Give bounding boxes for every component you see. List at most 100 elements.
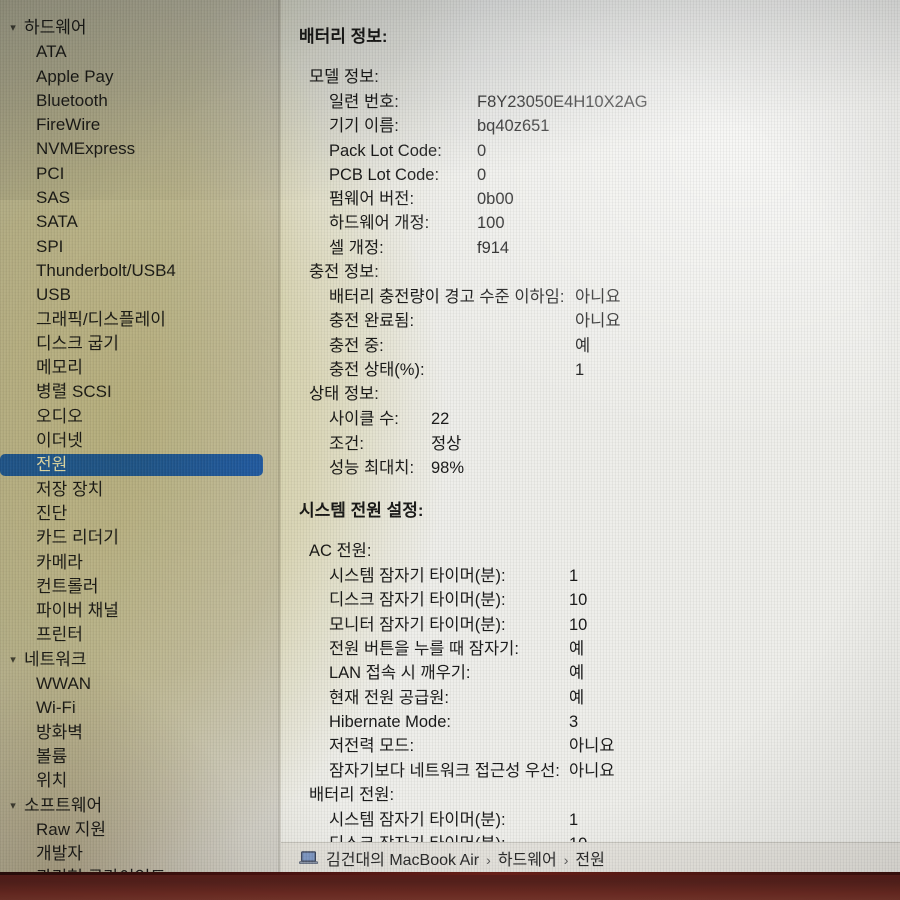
info-row: 셀 개정: f914 <box>281 236 900 260</box>
info-key: 잠자기보다 네트워크 접근성 우선: <box>329 761 560 780</box>
info-value: 1 <box>569 567 579 586</box>
chevron-down-icon[interactable]: ▾ <box>6 794 20 818</box>
sidebar-item-1-1[interactable]: Wi-Fi <box>0 696 278 720</box>
info-key: 하드웨어 개정: <box>329 214 430 233</box>
info-key: 기기 이름: <box>329 117 399 136</box>
sidebar-item-0-22[interactable]: 컨트롤러 <box>0 575 278 599</box>
breadcrumb-separator: › <box>563 851 569 868</box>
info-row: 하드웨어 개정: 100 <box>281 211 900 235</box>
info-row: Hibernate Mode: 3 <box>281 710 900 734</box>
sidebar-item-0-17[interactable]: 전원 <box>0 453 278 477</box>
sidebar-item-0-3[interactable]: FireWire <box>0 113 278 137</box>
sidebar-item-label: 저장 장치 <box>36 479 104 499</box>
sidebar[interactable]: ▾ 하드웨어 ATA Apple Pay Bluetooth FireWire NVMExp… <box>0 0 278 872</box>
sidebar-item-0-20[interactable]: 카드 리더기 <box>0 526 278 550</box>
sidebar-group-2[interactable]: ▾ 소프트웨어 <box>0 794 278 818</box>
sidebar-item-1-4[interactable]: 위치 <box>0 769 278 793</box>
info-key: 전원 버튼을 누를 때 잠자기: <box>329 640 519 659</box>
sidebar-item-0-1[interactable]: Apple Pay <box>0 65 278 89</box>
sidebar-item-label: 프린터 <box>36 625 83 645</box>
info-key: Pack Lot Code: <box>329 141 442 160</box>
sidebar-item-0-0[interactable]: ATA <box>0 40 278 64</box>
info-row: Pack Lot Code: 0 <box>281 139 900 163</box>
info-value: 예 <box>569 640 585 659</box>
info-row: 시스템 잠자기 타이머(분): 1 <box>281 808 900 832</box>
info-key: 펌웨어 버전: <box>329 190 415 209</box>
sidebar-item-0-21[interactable]: 카메라 <box>0 551 278 575</box>
chevron-down-icon[interactable]: ▾ <box>6 16 20 40</box>
chevron-down-icon[interactable]: ▾ <box>6 648 20 672</box>
breadcrumb[interactable]: 김건대의 MacBook Air › 하드웨어 › 전원 <box>281 842 900 872</box>
breadcrumb-part-0[interactable]: 김건대의 MacBook Air <box>326 852 479 869</box>
sidebar-group-label: 소프트웨어 <box>24 795 103 815</box>
sidebar-item-0-13[interactable]: 메모리 <box>0 356 278 380</box>
sidebar-item-2-0[interactable]: Raw 지원 <box>0 818 278 842</box>
info-row: 시스템 잠자기 타이머(분): 1 <box>281 564 900 588</box>
sidebar-item-label: 위치 <box>36 771 68 791</box>
sidebar-item-2-1[interactable]: 개발자 <box>0 842 278 866</box>
info-key: 충전 중: <box>329 336 384 355</box>
info-value: 아니요 <box>569 737 615 756</box>
breadcrumb-part-1[interactable]: 하드웨어 <box>498 852 557 869</box>
sidebar-item-0-24[interactable]: 프린터 <box>0 623 278 647</box>
sidebar-item-0-4[interactable]: NVMExpress <box>0 137 278 161</box>
info-key: 배터리 충전량이 경고 수준 이하임: <box>329 288 565 307</box>
info-value: 0 <box>477 165 487 184</box>
info-value: 100 <box>477 214 505 233</box>
sidebar-item-label: 개발자 <box>36 844 83 864</box>
info-row: PCB Lot Code: 0 <box>281 163 900 187</box>
info-key: 디스크 잠자기 타이머(분): <box>329 591 506 610</box>
sidebar-item-label: FireWire <box>36 115 101 135</box>
info-row: 디스크 잠자기 타이머(분): 10 <box>281 588 900 612</box>
sidebar-item-label: 진단 <box>36 503 68 523</box>
sidebar-item-0-2[interactable]: Bluetooth <box>0 89 278 113</box>
sidebar-item-0-12[interactable]: 디스크 굽기 <box>0 332 278 356</box>
sidebar-item-1-2[interactable]: 방화벽 <box>0 721 278 745</box>
sidebar-item-0-10[interactable]: USB <box>0 283 278 307</box>
sidebar-item-1-3[interactable]: 볼륨 <box>0 745 278 769</box>
info-value: 1 <box>575 360 585 379</box>
info-row: 펌웨어 버전: 0b00 <box>281 187 900 211</box>
sidebar-item-0-11[interactable]: 그래픽/디스플레이 <box>0 308 278 332</box>
sidebar-item-label: Bluetooth <box>36 90 108 110</box>
sidebar-item-label: 디스크 굽기 <box>36 333 119 353</box>
sidebar-item-0-23[interactable]: 파이버 채널 <box>0 599 278 623</box>
info-value: 3 <box>569 712 579 731</box>
sidebar-item-label: SAS <box>36 188 71 208</box>
sidebar-item-label: SATA <box>36 212 78 232</box>
sidebar-group-0[interactable]: ▾ 하드웨어 <box>0 16 278 40</box>
info-value: 아니요 <box>575 288 621 307</box>
sidebar-item-0-14[interactable]: 병렬 SCSI <box>0 380 278 404</box>
info-value: 정상 <box>431 434 462 453</box>
breadcrumb-trail: 김건대의 MacBook Air › 하드웨어 › 전원 <box>326 846 605 870</box>
info-key: 시스템 잠자기 타이머(분): <box>329 567 506 586</box>
info-value: 0b00 <box>477 190 514 209</box>
sidebar-item-0-16[interactable]: 이더넷 <box>0 429 278 453</box>
breadcrumb-part-2[interactable]: 전원 <box>575 852 604 869</box>
info-value: 10 <box>569 615 588 634</box>
sidebar-item-label: 방화벽 <box>36 722 83 742</box>
sidebar-item-0-15[interactable]: 오디오 <box>0 405 278 429</box>
section-heading: 배터리 전원: <box>309 785 395 804</box>
sidebar-item-0-19[interactable]: 진단 <box>0 502 278 526</box>
sidebar-item-0-6[interactable]: SAS <box>0 186 278 210</box>
sidebar-item-label: 카드 리더기 <box>36 528 119 548</box>
info-key: 성능 최대치: <box>329 458 415 477</box>
info-value: bq40z651 <box>477 117 550 136</box>
info-key: 모니터 잠자기 타이머(분): <box>329 615 506 634</box>
sidebar-item-0-5[interactable]: PCI <box>0 162 278 186</box>
sidebar-item-label: Apple Pay <box>36 66 114 86</box>
sidebar-item-label: NVMExpress <box>36 139 136 159</box>
sidebar-item-0-9[interactable]: Thunderbolt/USB4 <box>0 259 278 283</box>
sidebar-item-0-8[interactable]: SPI <box>0 235 278 259</box>
sidebar-item-0-7[interactable]: SATA <box>0 210 278 234</box>
sidebar-group-1[interactable]: ▾ 네트워크 <box>0 648 278 672</box>
sidebar-item-1-0[interactable]: WWAN <box>0 672 278 696</box>
sidebar-group-label: 네트워크 <box>24 649 87 669</box>
sidebar-item-label: 컨트롤러 <box>36 576 99 596</box>
system-power-sections: AC 전원: 시스템 잠자기 타이머(분): 1 디스크 잠자기 타이머(분): 10 모… <box>281 539 900 872</box>
sidebar-item-label: 이더넷 <box>36 431 83 451</box>
info-value: 0 <box>477 141 487 160</box>
sidebar-item-0-18[interactable]: 저장 장치 <box>0 478 278 502</box>
info-key: 시스템 잠자기 타이머(분): <box>329 810 506 829</box>
